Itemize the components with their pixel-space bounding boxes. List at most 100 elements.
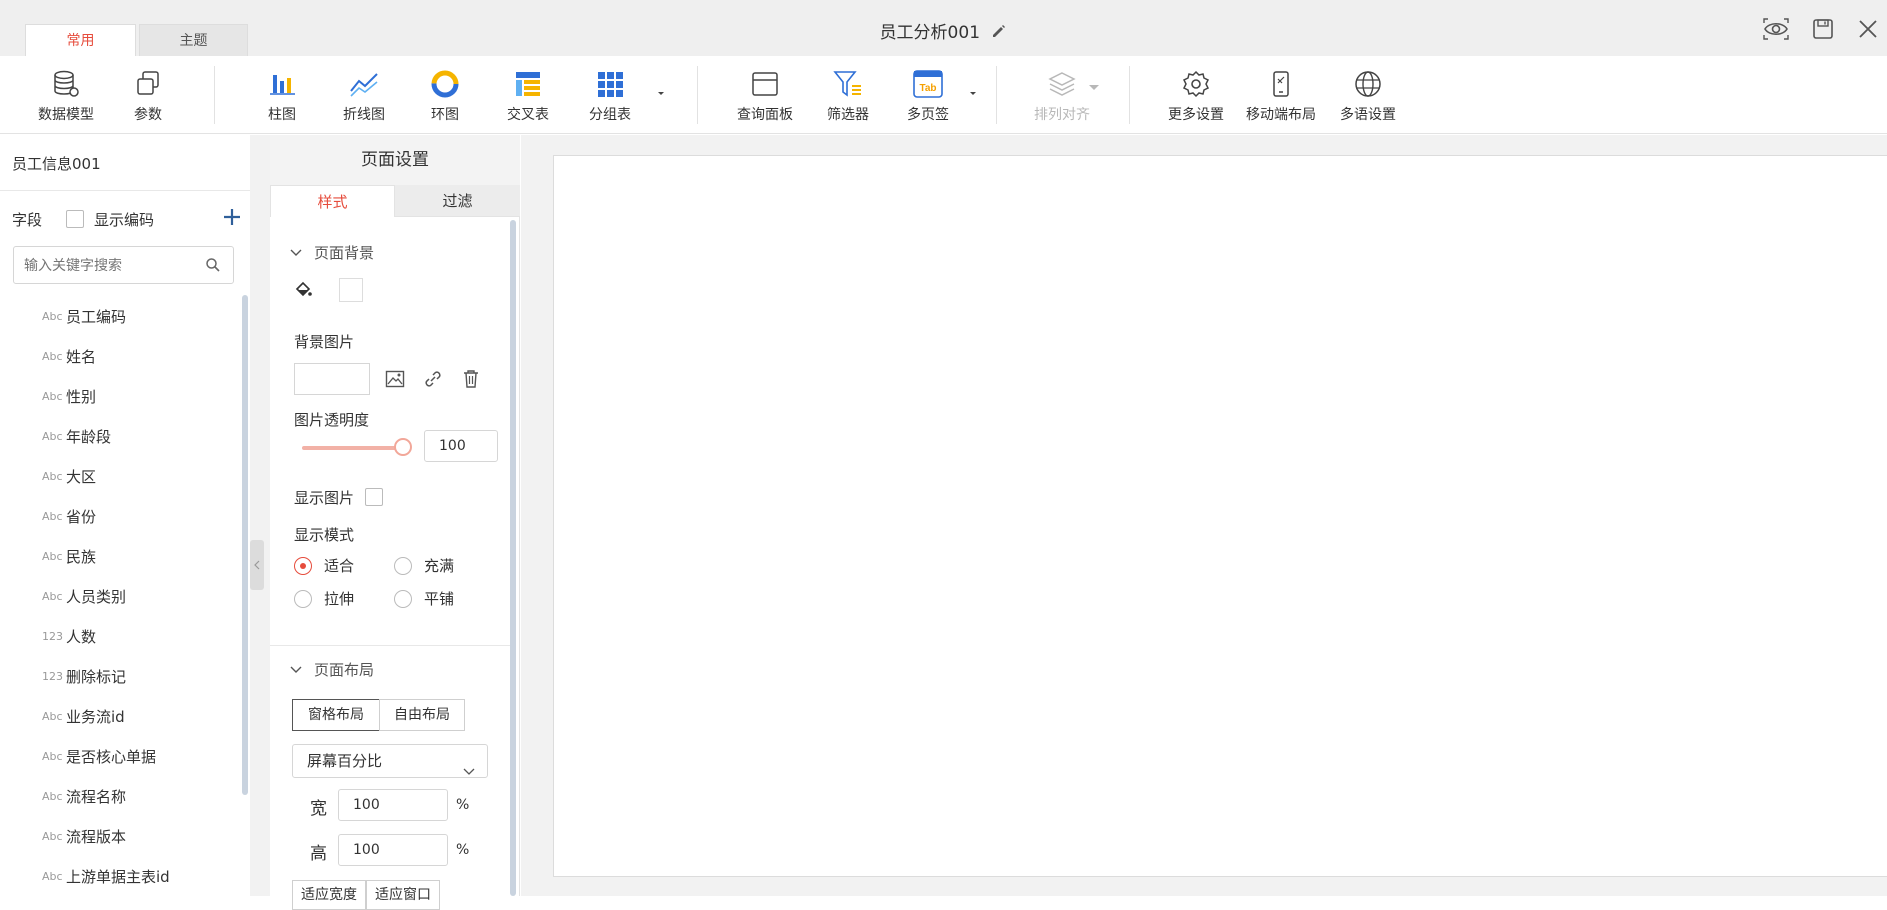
mobile-layout-button[interactable]: 移动端布局 (1242, 66, 1320, 128)
filter-icon (824, 66, 872, 102)
list-item[interactable]: Abc 上游单据主表id (42, 866, 170, 886)
multilingual-settings-label: 多语设置 (1340, 107, 1396, 123)
list-item[interactable]: 123 人数 (42, 626, 96, 646)
size-mode-value: 屏幕百分比 (307, 752, 383, 770)
design-canvas[interactable] (553, 155, 1887, 877)
show-code-checkbox[interactable] (66, 210, 85, 228)
arrange-dropdown-icon[interactable] (1088, 80, 1099, 90)
fit-window-button[interactable]: 适应窗口 (366, 880, 440, 910)
crosstab-button[interactable]: 交叉表 (504, 66, 552, 128)
list-item[interactable]: Abc 人员类别 (42, 586, 126, 606)
multilingual-settings-button[interactable]: 多语设置 (1336, 66, 1400, 128)
section-page-background[interactable]: 页面背景 (290, 242, 374, 262)
width-label: 宽 (310, 799, 327, 819)
field-name: 流程版本 (66, 827, 127, 846)
list-item[interactable]: 123 删除标记 (42, 666, 126, 686)
save-icon[interactable] (1808, 14, 1838, 44)
list-item[interactable]: Abc 性别 (42, 386, 96, 406)
mode-fill-radio[interactable]: 充满 (394, 555, 454, 576)
query-panel-button[interactable]: 查询面板 (733, 66, 797, 128)
radio-label: 拉伸 (324, 590, 355, 608)
section-title: 页面背景 (314, 243, 375, 262)
dataset-name: 员工信息001 (12, 155, 101, 173)
width-input[interactable]: 100 (338, 789, 448, 821)
close-icon[interactable] (1853, 14, 1883, 44)
component-more-dropdown-icon[interactable] (968, 86, 978, 96)
line-chart-button[interactable]: 折线图 (339, 66, 389, 128)
show-image-checkbox[interactable] (365, 488, 383, 506)
field-name: 是否核心单据 (66, 747, 157, 766)
fields-label: 字段 (12, 210, 43, 229)
background-image-preview[interactable] (294, 363, 370, 395)
delete-icon[interactable] (460, 368, 482, 390)
field-type-badge: Abc (42, 509, 63, 523)
list-item[interactable]: Abc 员工编码 (42, 306, 126, 326)
section-page-layout[interactable]: 页面布局 (290, 659, 374, 679)
field-list-scrollbar[interactable] (242, 295, 248, 795)
mode-fit-radio[interactable]: 适合 (294, 555, 354, 576)
field-search (13, 246, 234, 284)
field-type-badge: 123 (42, 629, 63, 643)
gear-icon (1164, 66, 1228, 102)
image-icon[interactable] (384, 368, 406, 390)
background-color-swatch[interactable] (339, 278, 363, 302)
radio-label: 平铺 (424, 590, 455, 608)
field-search-input[interactable] (14, 247, 194, 283)
list-item[interactable]: Abc 省份 (42, 506, 96, 526)
list-item[interactable]: Abc 是否核心单据 (42, 746, 156, 766)
link-icon[interactable] (422, 368, 444, 390)
mode-stretch-radio[interactable]: 拉伸 (294, 588, 354, 609)
opacity-input[interactable]: 100 (424, 430, 498, 462)
field-name: 年龄段 (66, 427, 112, 446)
add-field-icon[interactable] (222, 207, 242, 231)
collapse-panel-handle[interactable] (250, 540, 264, 590)
size-mode-select[interactable]: 屏幕百分比 (292, 744, 488, 778)
height-input[interactable]: 100 (338, 834, 448, 866)
toolbar-divider (996, 66, 997, 124)
group-table-button[interactable]: 分组表 (586, 66, 634, 128)
crosstab-icon (504, 66, 552, 102)
settings-scrollbar[interactable] (510, 220, 516, 896)
bar-chart-icon (262, 66, 302, 102)
filter-button[interactable]: 筛选器 (824, 66, 872, 128)
list-item[interactable]: Abc 姓名 (42, 346, 96, 366)
list-item[interactable]: Abc 流程名称 (42, 786, 126, 806)
radio-indicator (294, 556, 312, 575)
chevron-down-icon (290, 243, 302, 261)
fit-width-button[interactable]: 适应宽度 (292, 880, 366, 910)
free-layout-button[interactable]: 自由布局 (379, 699, 465, 731)
chart-more-dropdown-icon[interactable] (656, 86, 666, 96)
list-item[interactable]: Abc 业务流id (42, 706, 125, 726)
radio-label: 充满 (424, 557, 455, 575)
data-model-button[interactable]: 数据模型 (34, 66, 98, 128)
list-item[interactable]: Abc 大区 (42, 466, 96, 486)
bar-chart-button[interactable]: 柱图 (262, 66, 302, 128)
opacity-slider-thumb[interactable] (394, 438, 412, 456)
tab-filter[interactable]: 过滤 (395, 185, 520, 217)
paint-bucket-icon[interactable] (292, 279, 314, 301)
list-item[interactable]: Abc 民族 (42, 546, 96, 566)
more-settings-button[interactable]: 更多设置 (1164, 66, 1228, 128)
background-image-label: 背景图片 (294, 333, 355, 351)
tab-style[interactable]: 样式 (270, 185, 395, 217)
parameter-label: 参数 (134, 107, 162, 123)
bar-chart-label: 柱图 (268, 107, 296, 123)
preview-icon[interactable] (1761, 14, 1791, 44)
donut-chart-button[interactable]: 环图 (428, 66, 462, 128)
donut-chart-icon (428, 66, 462, 102)
parameter-button[interactable]: 参数 (128, 66, 168, 128)
list-item[interactable]: Abc 年龄段 (42, 426, 111, 446)
arrange-align-button[interactable]: 排列对齐 (1030, 66, 1094, 128)
field-name: 大区 (66, 467, 97, 486)
document-title-text: 员工分析001 (879, 23, 981, 43)
database-icon (34, 66, 98, 102)
opacity-slider-track[interactable] (302, 446, 406, 450)
grid-layout-button[interactable]: 窗格布局 (292, 699, 380, 731)
multi-tab-button[interactable]: Tab 多页签 (904, 66, 952, 128)
parameter-icon (128, 66, 168, 102)
field-type-badge: Abc (42, 549, 63, 563)
list-item[interactable]: Abc 流程版本 (42, 826, 126, 846)
mode-tile-radio[interactable]: 平铺 (394, 588, 454, 609)
search-icon[interactable] (205, 257, 221, 277)
edit-pencil-icon[interactable] (991, 23, 1007, 44)
